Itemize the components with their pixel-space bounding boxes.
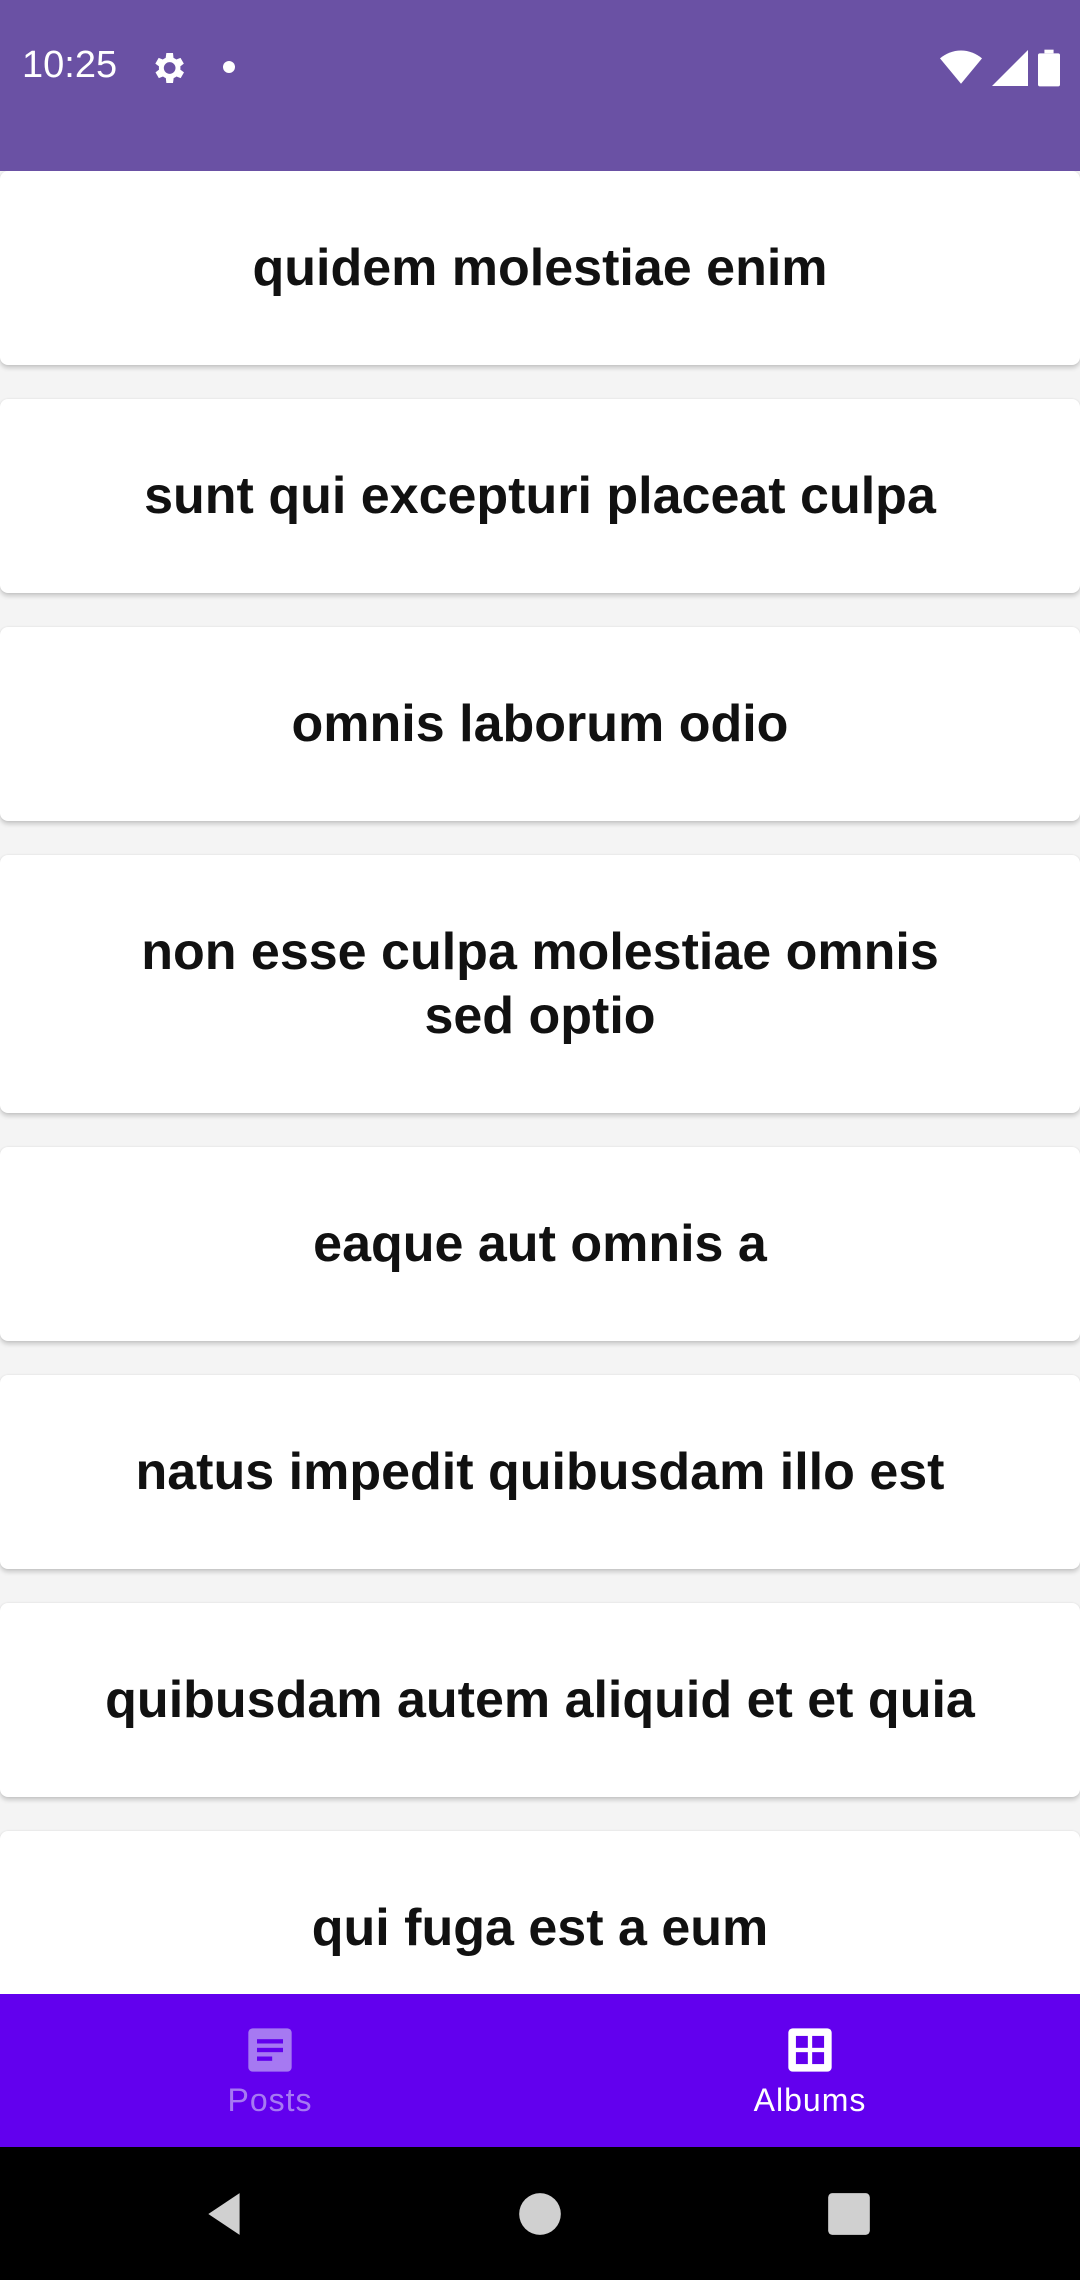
album-title: natus impedit quibusdam illo est [135,1443,945,1501]
album-title: eaque aut omnis a [313,1215,767,1273]
album-title: non esse culpa molestiae omnis sed optio [141,923,939,1045]
recents-icon[interactable] [824,2189,874,2239]
nav-item-posts[interactable]: Posts [0,1994,540,2147]
album-list[interactable]: quidem molestiae enim sunt qui excepturi… [0,171,1080,1994]
album-card[interactable]: eaque aut omnis a [0,1147,1080,1341]
albums-grid-icon [788,2028,832,2072]
album-title: qui fuga est a eum [311,1899,769,1957]
nav-item-albums[interactable]: Albums [540,1994,1080,2147]
album-card[interactable]: non esse culpa molestiae omnis sed optio [0,855,1080,1113]
back-icon[interactable] [200,2189,250,2239]
nav-label-posts: Posts [227,2082,313,2118]
bottom-navigation: Posts Albums [0,1994,1080,2147]
notification-dot-icon [223,61,235,73]
posts-icon [248,2028,292,2072]
album-card[interactable]: qui fuga est a eum [0,1831,1080,1994]
album-title: omnis laborum odio [291,695,789,753]
status-time: 10:25 [22,44,118,86]
home-icon[interactable] [515,2189,565,2239]
signal-icon [992,50,1028,86]
album-card[interactable]: natus impedit quibusdam illo est [0,1375,1080,1569]
album-card[interactable]: sunt qui excepturi placeat culpa [0,399,1080,593]
album-card[interactable]: omnis laborum odio [0,627,1080,821]
battery-icon [1038,49,1060,87]
nav-label-albums: Albums [753,2082,867,2118]
system-navigation-bar [0,2147,1080,2280]
album-title: quibusdam autem aliquid et et quia [105,1671,975,1729]
album-card[interactable]: quidem molestiae enim [0,171,1080,365]
album-title: quidem molestiae enim [252,239,828,297]
status-bar: 10:25 [0,0,1080,171]
album-card[interactable]: quibusdam autem aliquid et et quia [0,1603,1080,1797]
gear-icon [155,53,184,83]
album-title: sunt qui excepturi placeat culpa [144,467,936,525]
wifi-icon [940,50,982,84]
